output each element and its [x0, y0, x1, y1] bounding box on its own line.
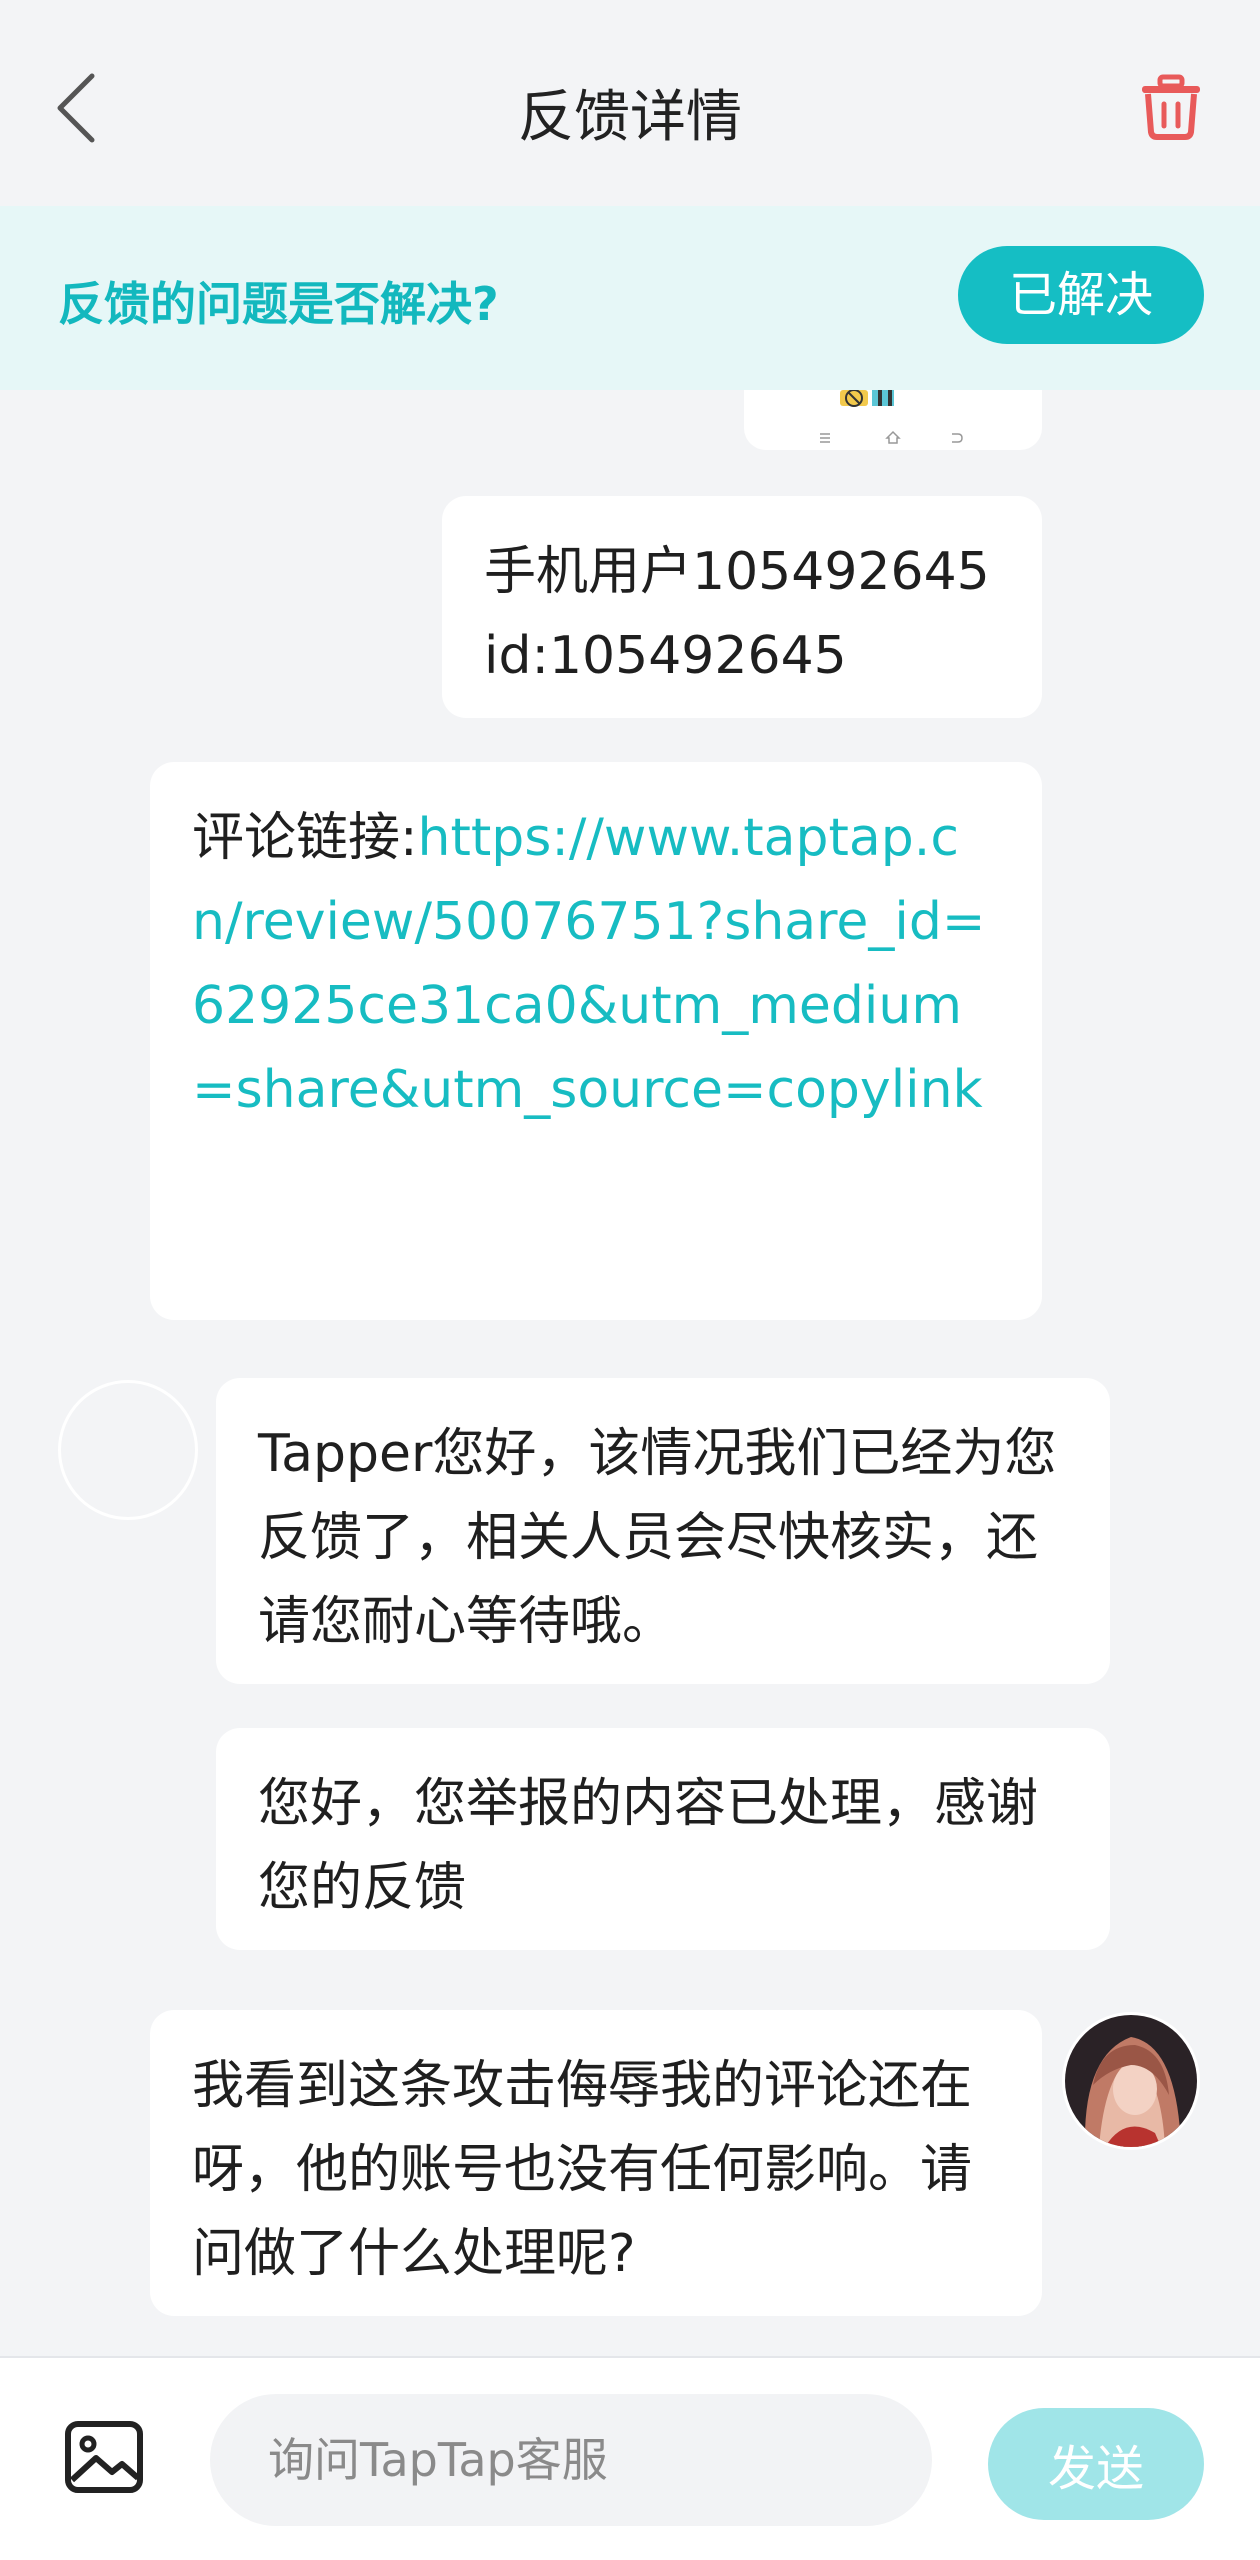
- send-button[interactable]: 发送: [988, 2408, 1204, 2520]
- support-avatar: [58, 1380, 198, 1520]
- support-message-bubble: Tapper您好，该情况我们已经为您反馈了，相关人员会尽快核实，还请您耐心等待哦…: [216, 1378, 1110, 1684]
- page-title: 反馈详情: [518, 85, 742, 150]
- user-message-bubble: 手机用户105492645 id:105492645: [442, 496, 1042, 718]
- message-prefix: 评论链接:: [192, 808, 418, 868]
- trash-icon[interactable]: [1138, 74, 1204, 140]
- user-message-bubble: 评论链接:https://www.taptap.cn/review/500767…: [150, 762, 1042, 1320]
- composer-bar: 发送: [0, 2356, 1260, 2560]
- message-input[interactable]: [210, 2394, 932, 2526]
- user-message-bubble: 我看到这条攻击侮辱我的评论还在呀，他的账号也没有任何影响。请问做了什么处理呢?: [150, 2010, 1042, 2316]
- resolved-button[interactable]: 已解决: [958, 246, 1204, 344]
- image-thumbnail[interactable]: [744, 390, 1042, 450]
- user-avatar-image: [1065, 2015, 1197, 2147]
- message-text: 我看到这条攻击侮辱我的评论还在呀，他的账号也没有任何影响。请问做了什么处理呢?: [192, 2056, 973, 2284]
- support-message-bubble: 您好，您举报的内容已处理，感谢您的反馈: [216, 1728, 1110, 1950]
- image-upload-icon[interactable]: [64, 2420, 144, 2494]
- top-bar: 反馈详情: [0, 0, 1260, 210]
- message-text: 手机用户105492645 id:105492645: [484, 542, 990, 686]
- resolution-question: 反馈的问题是否解决?: [58, 277, 499, 331]
- message-text: Tapper您好，该情况我们已经为您反馈了，相关人员会尽快核实，还请您耐心等待哦…: [258, 1424, 1057, 1652]
- resolution-banner: 反馈的问题是否解决? 已解决: [0, 206, 1260, 390]
- message-text: 您好，您举报的内容已处理，感谢您的反馈: [258, 1774, 1039, 1918]
- screenshot-preview-icon: [820, 390, 963, 444]
- user-avatar[interactable]: [1062, 2012, 1200, 2150]
